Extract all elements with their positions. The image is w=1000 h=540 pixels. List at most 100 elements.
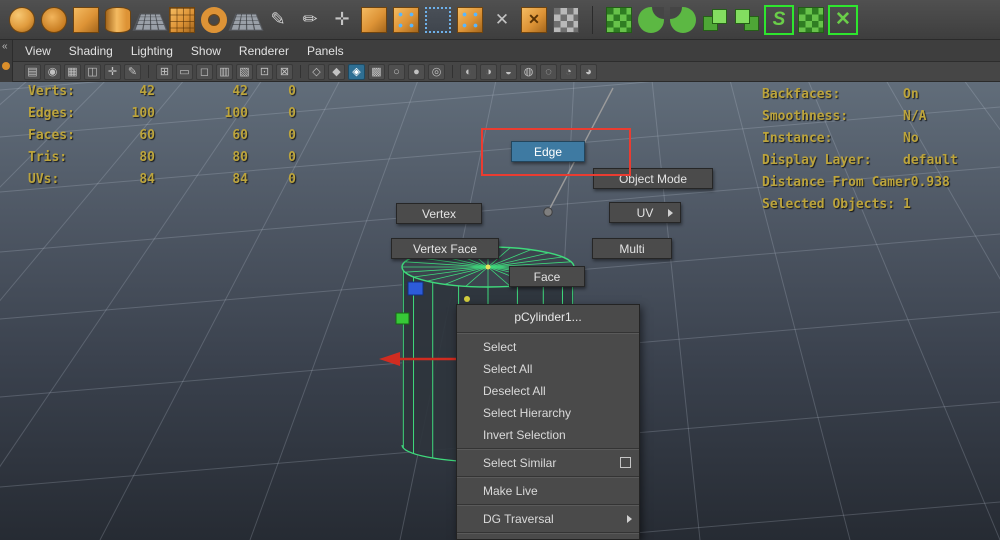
menu-panels[interactable]: Panels [298,40,353,62]
film-gate-icon[interactable]: ▭ [176,64,193,80]
boolean-intersection-icon[interactable] [670,7,696,33]
menu-separator [457,504,639,506]
combine-icon[interactable] [702,7,728,33]
quad-draw-checker-icon[interactable] [606,7,632,33]
pencil-curve-tool-icon[interactable] [297,7,323,33]
hud-row: Smoothness: N/A [762,106,997,128]
menu-item-select-hierarchy[interactable]: Select Hierarchy [457,402,639,424]
camera-attributes-icon[interactable]: ◉ [44,64,61,80]
bookmarks-icon[interactable]: ▦ [64,64,81,80]
hud-value-3: 0 [268,172,296,187]
menu-item-select-all[interactable]: Select All [457,358,639,380]
menu-item-make-live[interactable]: Make Live [457,480,639,502]
hud-value: default [903,150,958,172]
component-cube-icon[interactable] [457,7,483,33]
hud-value: On [903,84,919,106]
gamma-icon[interactable]: ◕ [580,64,597,80]
selection-box-icon[interactable] [425,7,451,33]
wireframe-mode-icon[interactable]: ◇ [308,64,325,80]
menu-renderer[interactable]: Renderer [230,40,298,62]
cross-arrows-icon[interactable] [329,7,355,33]
shaded-mode-icon[interactable]: ◆ [328,64,345,80]
toolbar-separator [148,65,149,78]
marking-menu-multi[interactable]: Multi [592,238,672,259]
subdiv-cube-icon[interactable] [169,7,195,33]
submenu-arrow-icon [627,515,632,523]
menu-item-label: Select Similar [483,456,556,470]
gate-mask-icon[interactable]: ▥ [216,64,233,80]
hud-value-2: 100 [188,106,248,121]
lighting-icon[interactable]: ○ [388,64,405,80]
boolean-difference-icon[interactable] [638,7,664,33]
hud-value: 1 [903,194,911,216]
dof-icon[interactable]: ◒ [500,64,517,80]
hud-row: Selected Objects: 1 [762,194,997,216]
poly-cylinder-icon[interactable] [105,7,131,33]
image-plane-icon[interactable]: ◫ [84,64,101,80]
poly-plane-icon[interactable] [133,13,168,30]
bridge-curve-icon[interactable] [766,7,792,33]
separate-icon[interactable] [734,7,760,33]
menu-separator [457,476,639,478]
safe-action-icon[interactable]: ⊡ [256,64,273,80]
menu-item-invert-selection[interactable]: Invert Selection [457,424,639,446]
grid-toggle-icon[interactable]: ⊞ [156,64,173,80]
delete-face-icon[interactable] [521,7,547,33]
ao-icon[interactable]: ◎ [428,64,445,80]
marking-menu-vertex-face[interactable]: Vertex Face [391,238,499,259]
menu-lighting[interactable]: Lighting [122,40,182,62]
marking-menu-face[interactable]: Face [509,266,585,287]
poly-cube-icon[interactable] [73,7,99,33]
poly-torus-icon[interactable] [201,7,227,33]
collapse-chevron-icon[interactable] [2,41,8,52]
context-menu: pCylinder1... Select Select All Deselect… [456,304,640,540]
hud-value: No [903,128,919,150]
extrude-icon[interactable] [393,7,419,33]
shaded-wireframe-icon[interactable]: ◈ [348,64,365,80]
menu-item-deselect-all[interactable]: Deselect All [457,380,639,402]
textured-mode-icon[interactable]: ▩ [368,64,385,80]
field-chart-icon[interactable]: ▧ [236,64,253,80]
menu-view[interactable]: View [16,40,60,62]
menu-separator [457,532,639,534]
shelf-tab-icon[interactable] [2,62,10,70]
viewport[interactable]: Verts: 42 42 0 Edges: 100 100 0 Faces: 6… [0,82,1000,540]
option-box-icon[interactable] [620,457,631,468]
viewport-toolbar: ▤ ◉ ▦ ◫ ✛ ✎ ⊞ ▭ ◻ ▥ ▧ ⊡ ⊠ ◇ ◆ ◈ ▩ ○ ● ◎ … [0,62,1000,82]
hud-row: Instance: No [762,128,997,150]
smooth-sphere-icon[interactable] [41,7,67,33]
poly-grid-icon[interactable] [229,13,264,30]
marking-menu-vertex[interactable]: Vertex [396,203,482,224]
menu-item-label: DG Traversal [483,512,554,526]
poly-sphere-icon[interactable] [9,7,35,33]
create-polygon-tool-icon[interactable] [265,7,291,33]
multisample-icon[interactable]: ◑ [480,64,497,80]
menu-item-dg-traversal[interactable]: DG Traversal [457,508,639,530]
grease-pencil-icon[interactable]: ✎ [124,64,141,80]
bevel-cube-icon[interactable] [361,7,387,33]
menu-item-select-similar[interactable]: Select Similar [457,452,639,474]
shelf-separator [592,6,593,34]
marking-menu-uv[interactable]: UV [609,202,681,223]
select-camera-icon[interactable]: ▤ [24,64,41,80]
xray-icon[interactable]: ◍ [520,64,537,80]
multi-cut-grid-icon[interactable] [553,7,579,33]
mirror-cross-icon[interactable] [830,7,856,33]
resolution-gate-icon[interactable]: ◻ [196,64,213,80]
exposure-icon[interactable]: ◔ [560,64,577,80]
hud-label: Verts: [28,84,75,99]
delete-x-icon[interactable] [489,7,515,33]
menu-item-partial[interactable]: Inputs [457,536,639,540]
menu-shading[interactable]: Shading [60,40,122,62]
menu-show[interactable]: Show [182,40,230,62]
pan-zoom-icon[interactable]: ✛ [104,64,121,80]
isolate-select-icon[interactable]: ◌ [540,64,557,80]
toolbar-separator [300,65,301,78]
hud-row: Backfaces: On [762,84,997,106]
motion-blur-icon[interactable]: ◐ [460,64,477,80]
safe-title-icon[interactable]: ⊠ [276,64,293,80]
smooth-checker-icon[interactable] [798,7,824,33]
shadows-icon[interactable]: ● [408,64,425,80]
menu-item-select[interactable]: Select [457,336,639,358]
hud-label: Edges: [28,106,75,121]
